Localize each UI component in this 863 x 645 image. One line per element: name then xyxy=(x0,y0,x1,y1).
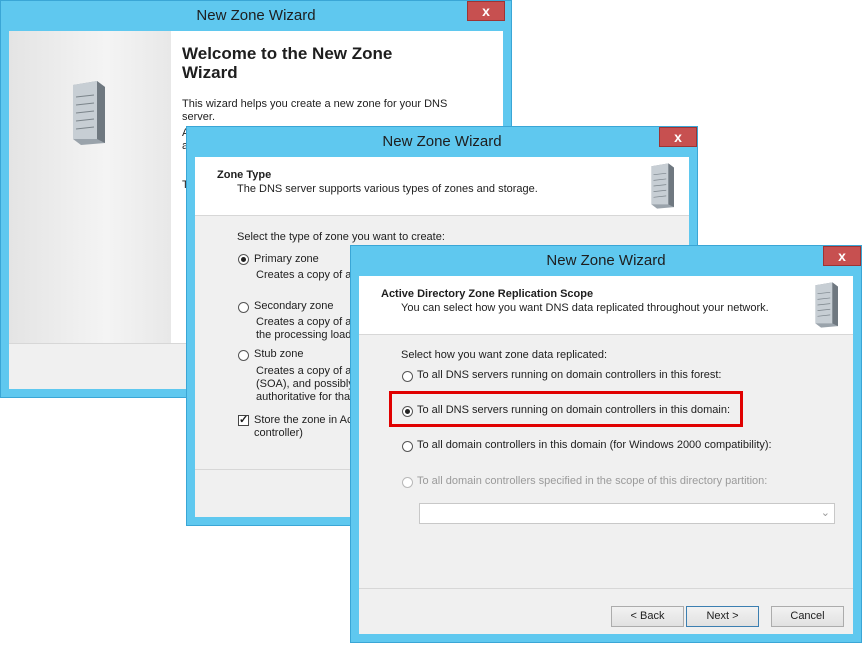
partition-dropdown[interactable]: ⌄ xyxy=(419,503,835,524)
footer-divider xyxy=(359,588,853,589)
wizard-side-panel xyxy=(9,31,171,343)
stub-zone-label[interactable]: Stub zone xyxy=(254,348,304,360)
close-button[interactable]: x xyxy=(823,246,861,266)
secondary-zone-radio[interactable] xyxy=(238,302,249,313)
server-icon xyxy=(651,163,674,209)
intro-line-1: This wizard helps you create a new zone … xyxy=(182,98,448,110)
store-in-ad-label-1[interactable]: Store the zone in Ac xyxy=(254,414,352,426)
header-subtitle: You can select how you want DNS data rep… xyxy=(401,302,769,314)
stub-zone-desc-2: (SOA), and possibly xyxy=(256,378,354,390)
stub-zone-desc-1: Creates a copy of a xyxy=(256,365,352,377)
primary-zone-radio[interactable] xyxy=(238,254,249,265)
secondary-zone-desc-2: the processing load xyxy=(256,329,352,341)
store-in-ad-checkbox[interactable]: ✓ xyxy=(238,415,249,426)
cancel-button[interactable]: Cancel xyxy=(771,606,844,627)
stub-zone-radio[interactable] xyxy=(238,350,249,361)
chevron-down-icon[interactable]: ⌄ xyxy=(821,506,830,519)
welcome-heading-line-2: Wizard xyxy=(182,63,238,82)
domain-all-dc-scope-radio[interactable] xyxy=(402,441,413,452)
wizard-client-area: Active Directory Zone Replication Scope … xyxy=(359,276,853,634)
stub-zone-desc-3: authoritative for tha xyxy=(256,391,351,403)
next-button[interactable]: Next > xyxy=(686,606,759,627)
intro-line-2: server. xyxy=(182,111,216,123)
welcome-heading: Welcome to the New Zone Wizard xyxy=(182,44,392,82)
server-icon xyxy=(815,282,838,328)
domain-all-dc-scope-label[interactable]: To all domain controllers in this domain… xyxy=(417,439,772,451)
selection-highlight-box xyxy=(389,391,743,427)
server-icon xyxy=(73,81,105,145)
title-bar[interactable]: New Zone Wizard x xyxy=(187,127,697,157)
title-bar[interactable]: New Zone Wizard x xyxy=(1,1,511,31)
header-subtitle: The DNS server supports various types of… xyxy=(237,183,538,195)
close-button[interactable]: x xyxy=(659,127,697,147)
welcome-heading-line-1: Welcome to the New Zone xyxy=(182,44,393,63)
store-in-ad-label-2: controller) xyxy=(254,427,303,439)
partition-scope-radio[interactable] xyxy=(402,477,413,488)
wizard-header: Active Directory Zone Replication Scope … xyxy=(359,276,853,335)
header-title: Active Directory Zone Replication Scope xyxy=(381,288,594,300)
title-bar[interactable]: New Zone Wizard x xyxy=(351,246,861,276)
header-title: Zone Type xyxy=(217,169,272,181)
back-button[interactable]: < Back xyxy=(611,606,684,627)
forest-scope-radio[interactable] xyxy=(402,371,413,382)
window-title: New Zone Wizard xyxy=(382,133,502,150)
replication-prompt: Select how you want zone data replicated… xyxy=(401,349,608,361)
wizard-header: Zone Type The DNS server supports variou… xyxy=(195,157,689,216)
close-button[interactable]: x xyxy=(467,1,505,21)
primary-zone-label[interactable]: Primary zone xyxy=(254,253,319,265)
primary-zone-desc: Creates a copy of a xyxy=(256,269,352,281)
partition-scope-label[interactable]: To all domain controllers specified in t… xyxy=(417,475,767,487)
forest-scope-label[interactable]: To all DNS servers running on domain con… xyxy=(417,369,721,381)
welcome-intro-text: This wizard helps you create a new zone … xyxy=(182,98,447,124)
secondary-zone-desc-1: Creates a copy of a xyxy=(256,316,352,328)
secondary-zone-label[interactable]: Secondary zone xyxy=(254,300,334,312)
window-title: New Zone Wizard xyxy=(196,7,316,24)
window-title: New Zone Wizard xyxy=(546,252,666,269)
wizard-replication-scope-window: New Zone Wizard x Active Directory Zone … xyxy=(350,245,862,643)
zone-type-prompt: Select the type of zone you want to crea… xyxy=(237,231,445,243)
